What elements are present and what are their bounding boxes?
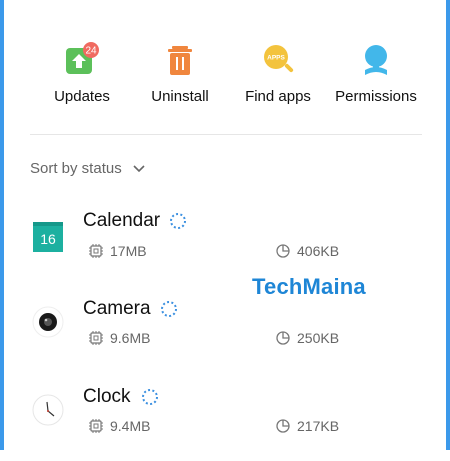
app-item-camera[interactable]: Camera 9.6MB 250KB <box>4 289 446 373</box>
app-item-clock[interactable]: Clock 9.4MB 217KB <box>4 377 446 461</box>
clock-icon <box>32 394 64 426</box>
trash-icon <box>168 46 192 75</box>
camera-icon <box>32 306 64 338</box>
pie-chart-icon <box>276 419 290 433</box>
data-size: 406KB <box>297 243 340 259</box>
data-size: 217KB <box>297 418 340 434</box>
app-item-calendar[interactable]: 16 Calendar 17MB 406KB <box>4 202 446 286</box>
apps-search-icon: APPS <box>264 45 294 73</box>
find-apps-button[interactable]: APPS Find apps <box>223 42 333 105</box>
app-name: Calendar <box>83 210 161 231</box>
permissions-button[interactable]: Permissions <box>321 42 431 105</box>
data-stat: 250KB <box>275 330 339 346</box>
updates-button[interactable]: 24 Updates <box>27 42 137 105</box>
app-manager-screen: 24 Updates Uninstall APPS Find apps Perm… <box>0 0 450 450</box>
sort-label: Sort by status <box>30 160 122 177</box>
updates-badge: 24 <box>85 46 97 57</box>
storage-size: 9.6MB <box>110 330 151 346</box>
chip-icon <box>89 331 103 345</box>
storage-stat: 9.6MB <box>88 330 150 346</box>
chip-icon <box>89 244 103 258</box>
watermark: TechMaina <box>252 274 366 299</box>
uninstall-button[interactable]: Uninstall <box>125 42 235 105</box>
chip-icon <box>89 419 103 433</box>
loading-icon <box>142 389 158 405</box>
divider <box>30 134 422 135</box>
sort-dropdown[interactable]: Sort by status <box>30 160 146 177</box>
chevron-down-icon <box>133 164 145 172</box>
uninstall-label: Uninstall <box>151 88 209 105</box>
calendar-icon: 16 <box>33 222 63 252</box>
storage-stat: 17MB <box>88 243 147 259</box>
storage-size: 9.4MB <box>110 418 151 434</box>
calendar-icon-date: 16 <box>40 231 56 247</box>
app-name: Camera <box>83 298 151 319</box>
permissions-label: Permissions <box>335 88 417 105</box>
storage-size: 17MB <box>110 243 147 259</box>
find-apps-label: Find apps <box>245 88 311 105</box>
storage-stat: 9.4MB <box>88 418 150 434</box>
pie-chart-icon <box>276 331 290 345</box>
updates-label: Updates <box>54 88 110 105</box>
apps-icon-text: APPS <box>267 55 285 62</box>
loading-icon <box>161 301 177 317</box>
data-stat: 406KB <box>275 243 339 259</box>
loading-icon <box>170 213 186 229</box>
app-name: Clock <box>83 386 131 407</box>
quick-actions: 24 Updates Uninstall APPS Find apps Perm… <box>4 0 446 135</box>
data-size: 250KB <box>297 330 340 346</box>
update-arrow-icon: 24 <box>66 42 99 74</box>
permissions-icon <box>365 45 387 75</box>
data-stat: 217KB <box>275 418 339 434</box>
pie-chart-icon <box>276 244 290 258</box>
